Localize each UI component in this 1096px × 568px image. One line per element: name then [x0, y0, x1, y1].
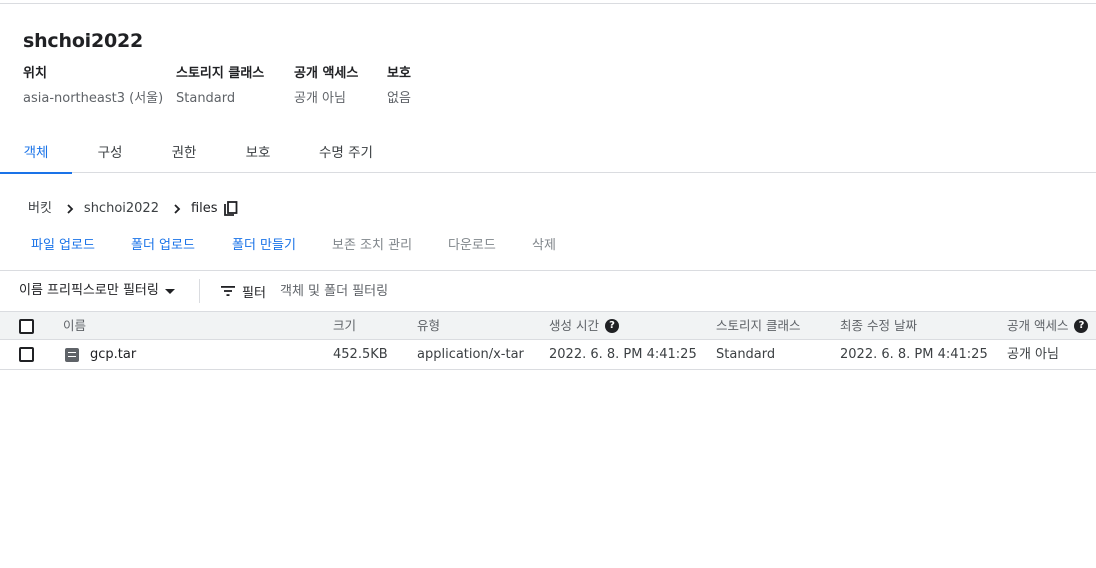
breadcrumb: 버킷 shchoi2022 files	[28, 199, 240, 219]
table-row: gcp.tar 452.5KB application/x-tar 2022. …	[0, 340, 1096, 370]
file-icon	[65, 347, 79, 362]
table-header: 이름 크기 유형 생성 시간 ? 스토리지 클래스 최종 수정 날짜 공개 액세…	[0, 311, 1096, 340]
filter-divider	[199, 279, 200, 303]
help-icon[interactable]: ?	[1074, 319, 1089, 333]
prefix-filter-dropdown[interactable]: 이름 프리픽스로만 필터링	[19, 271, 175, 311]
chevron-right-icon	[60, 199, 80, 219]
filter-button-label: 필터	[242, 285, 266, 301]
bucket-tabs: 객체 구성 권한 보호 수명 주기	[0, 134, 1096, 174]
delete-button[interactable]: 삭제	[532, 232, 556, 260]
file-name-link[interactable]: gcp.tar	[90, 340, 136, 369]
filter-list-icon	[219, 282, 237, 300]
meta-storage-class: 스토리지 클래스 Standard	[176, 65, 264, 108]
select-all-checkbox-cell	[19, 312, 34, 340]
meta-protection: 보호 없음	[387, 65, 411, 108]
meta-storage-class-label: 스토리지 클래스	[176, 66, 265, 81]
column-header-public-access[interactable]: 공개 액세스 ?	[1007, 312, 1089, 340]
manage-holds-button[interactable]: 보존 조치 관리	[332, 232, 412, 260]
filter-input[interactable]	[280, 279, 880, 303]
prefix-filter-label: 이름 프리픽스로만 필터링	[19, 283, 159, 298]
column-header-created[interactable]: 생성 시간 ?	[549, 312, 619, 340]
breadcrumb-buckets[interactable]: 버킷	[28, 199, 52, 219]
bucket-title: shchoi2022	[23, 30, 144, 52]
meta-location-label: 위치	[23, 66, 47, 81]
cell-type: application/x-tar	[417, 347, 524, 362]
tab-configuration[interactable]: 구성	[86, 134, 134, 173]
column-header-name[interactable]: 이름	[63, 312, 86, 340]
row-checkbox-cell	[19, 340, 34, 369]
breadcrumb-current-folder: files	[190, 201, 218, 216]
meta-public-access-label: 공개 액세스	[294, 66, 359, 81]
meta-protection-label: 보호	[387, 66, 411, 81]
help-icon[interactable]: ?	[604, 319, 619, 333]
column-header-public-access-label: 공개 액세스	[1007, 318, 1069, 333]
download-button[interactable]: 다운로드	[448, 232, 496, 260]
meta-storage-class-value: Standard	[176, 91, 236, 106]
upload-folder-button[interactable]: 폴더 업로드	[131, 232, 195, 260]
top-divider	[0, 3, 1096, 4]
select-all-checkbox[interactable]	[19, 318, 34, 334]
meta-location: 위치 asia-northeast3 (서울)	[23, 65, 163, 108]
cell-storage-class: Standard	[716, 347, 776, 362]
meta-public-access-value: 공개 아님	[294, 91, 346, 106]
filter-button[interactable]: 필터	[219, 271, 266, 311]
create-folder-button[interactable]: 폴더 만들기	[232, 232, 296, 260]
upload-file-button[interactable]: 파일 업로드	[31, 232, 95, 260]
meta-location-value: asia-northeast3 (서울)	[23, 91, 164, 106]
column-header-size[interactable]: 크기	[333, 312, 356, 340]
column-header-modified[interactable]: 최종 수정 날짜	[840, 312, 917, 340]
tab-lifecycle[interactable]: 수명 주기	[308, 134, 384, 173]
tab-protection[interactable]: 보호	[234, 134, 282, 173]
meta-public-access: 공개 액세스 공개 아님	[294, 65, 358, 108]
copy-icon[interactable]	[222, 200, 240, 218]
tab-permissions[interactable]: 권한	[160, 134, 208, 173]
chevron-right-icon	[167, 199, 187, 219]
column-header-storage-class[interactable]: 스토리지 클래스	[716, 312, 800, 340]
row-checkbox[interactable]	[19, 347, 34, 362]
filter-bar: 이름 프리픽스로만 필터링 필터	[0, 271, 1096, 311]
cell-public-access: 공개 아님	[1007, 347, 1059, 362]
cell-size: 452.5KB	[333, 347, 388, 362]
breadcrumb-bucket[interactable]: shchoi2022	[84, 199, 159, 219]
tab-objects[interactable]: 객체	[0, 134, 72, 174]
cell-created: 2022. 6. 8. PM 4:41:25	[549, 347, 697, 362]
arrow-drop-down-icon	[164, 288, 175, 294]
meta-protection-value: 없음	[387, 91, 411, 106]
cell-name: gcp.tar	[65, 340, 136, 369]
cell-modified: 2022. 6. 8. PM 4:41:25	[840, 347, 988, 362]
column-header-created-label: 생성 시간	[549, 318, 599, 333]
column-header-type[interactable]: 유형	[417, 312, 440, 340]
